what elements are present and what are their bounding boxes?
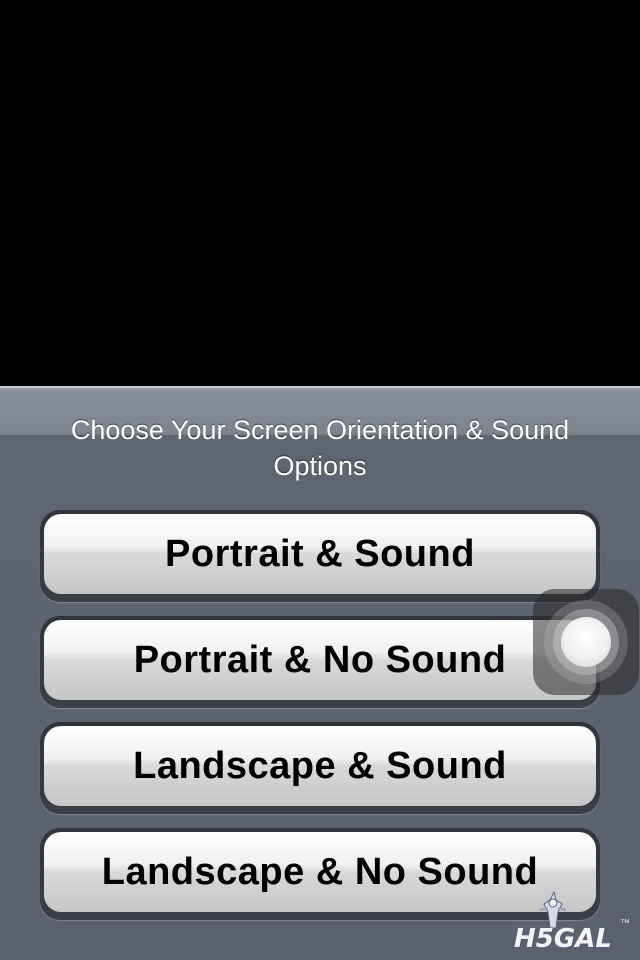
assistive-touch-core [561,617,611,667]
option-portrait-sound-frame: Portrait & Sound [40,510,600,602]
option-landscape-sound-frame: Landscape & Sound [40,722,600,814]
blank-content-area [0,0,640,386]
watermark-trademark: ™ [620,918,630,929]
option-landscape-no-sound-frame: Landscape & No Sound [40,828,600,920]
sheet-title: Choose Your Screen Orientation & Sound O… [70,415,570,481]
portrait-sound-button[interactable]: Portrait & Sound [44,514,596,594]
watermark-logo: H5GAL ™ [512,890,638,958]
landscape-sound-button[interactable]: Landscape & Sound [44,726,596,806]
landscape-no-sound-button[interactable]: Landscape & No Sound [44,832,596,912]
assistive-touch-icon[interactable] [533,589,639,695]
watermark-text: H5GAL [514,924,612,954]
option-portrait-no-sound-frame: Portrait & No Sound [40,616,600,708]
app-screen: Choose Your Screen Orientation & Sound O… [0,0,640,960]
portrait-no-sound-button[interactable]: Portrait & No Sound [44,620,596,700]
